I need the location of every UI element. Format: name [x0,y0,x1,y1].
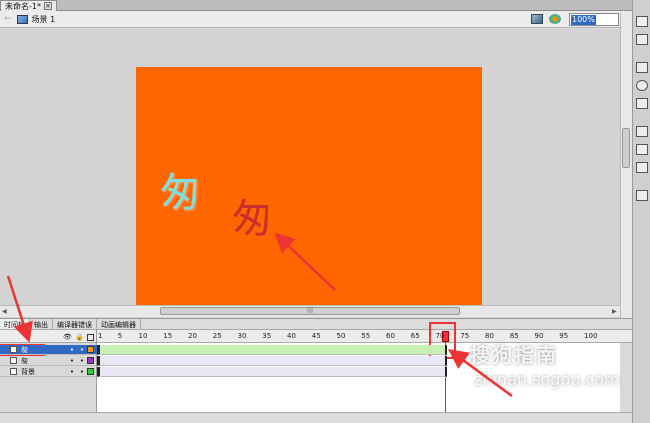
edit-symbols-icon[interactable] [549,14,561,24]
ruler-tick-label: 40 [287,332,296,340]
scene-icon [16,14,28,24]
watermark-url: zhinan.sogou.com [474,370,620,389]
ruler-tick-label: 60 [386,332,395,340]
document-tab-bar [0,0,632,11]
align-panel-icon[interactable] [636,126,648,137]
ruler-tick-label: 5 [117,332,123,340]
lock-toggle[interactable]: • [77,368,87,376]
ruler-tick-label: 20 [188,332,197,340]
visibility-toggle[interactable]: • [67,368,77,376]
watermark-logo: 搜狗指南 [470,343,558,367]
motion-presets-icon[interactable] [636,190,648,201]
stage-text-cyan[interactable]: 匆 [160,160,200,218]
close-icon[interactable]: × [43,2,52,10]
ruler-tick-label: 80 [485,332,494,340]
layer-row[interactable]: 背景 • • [0,367,97,377]
tab-compiler-errors[interactable]: 编译器错误 [53,319,97,329]
stage-text-red[interactable]: 匆 [232,186,272,244]
scene-label[interactable]: 场景 1 [32,14,56,25]
timeline-panel-tabs: 时间轴 输出 编译器错误 动画编辑器 [0,318,632,330]
scroll-right-icon[interactable]: ▶ [612,308,617,315]
layer-name[interactable]: 背景 [21,367,67,377]
ruler-tick-label: 55 [361,332,371,340]
ruler-tick-label: 95 [559,332,569,340]
info-icon[interactable] [636,80,648,91]
ruler-tick-label: 1 [98,332,103,340]
ruler-tick-label: 90 [534,332,544,340]
lock-toggle[interactable]: • [77,357,87,365]
document-tab[interactable]: 未命名-1* × [0,0,57,11]
tab-output[interactable]: 输出 [30,319,53,329]
flash-window: 未命名-1* × ← 场景 1 100% 匆 匆 ◀ ||| ▶ 时间轴 输出 … [0,0,650,423]
horizontal-scroll-thumb[interactable]: ||| [160,307,460,315]
ruler-tick-label: 75 [460,332,470,340]
document-tab-title: 未命名-1* [5,1,41,11]
ruler-tick-label: 50 [336,332,346,340]
timeline-status-bar [0,412,632,423]
layer-icon [10,346,17,353]
layer-name[interactable]: 匆 [21,345,67,355]
scroll-left-icon[interactable]: ◀ [2,308,7,315]
swatches-panel-icon[interactable] [636,34,648,45]
ruler-tick-label: 25 [212,332,222,340]
edit-scene-icon[interactable] [531,14,543,24]
vertical-scroll-thumb[interactable] [622,128,630,168]
zoom-select[interactable]: 100% [569,13,619,26]
outline-color-swatch[interactable] [87,368,94,375]
layer-row[interactable]: 匆 • • [0,345,97,355]
ruler-tick-label: 30 [237,332,247,340]
back-arrow-icon[interactable]: ← [4,14,12,24]
color-panel-icon[interactable] [636,16,648,27]
ruler-tick-label: 45 [311,332,321,340]
ruler-tick-label: 15 [163,332,173,340]
zoom-value: 100% [571,15,596,25]
properties-panel-icon[interactable] [636,62,648,73]
tab-timeline[interactable]: 时间轴 [0,319,30,329]
transform-panel-icon[interactable] [636,144,648,155]
library-panel-icon[interactable] [636,98,648,109]
ruler-tick-label: 70 [435,332,445,340]
layer-name[interactable]: 匆 [21,356,67,366]
ruler-tick-label: 65 [410,332,420,340]
ruler-tick-label: 100 [584,332,598,340]
frame-span[interactable] [97,345,447,355]
ruler-tick-label: 85 [509,332,519,340]
ruler-tick-label: 10 [138,332,148,340]
visibility-toggle[interactable]: • [67,346,77,354]
layer-icon [10,357,17,364]
tab-motion-editor[interactable]: 动画编辑器 [97,319,141,329]
outline-color-swatch[interactable] [87,357,94,364]
layer-icon [10,368,17,375]
lock-toggle[interactable]: • [77,346,87,354]
layer-row[interactable]: 匆 • • [0,356,97,366]
ruler-tick-label: 35 [262,332,272,340]
visibility-toggle[interactable]: • [67,357,77,365]
frame-span[interactable] [97,367,447,377]
frame-span[interactable] [97,356,447,366]
outline-color-swatch[interactable] [87,346,94,353]
components-panel-icon[interactable] [636,162,648,173]
